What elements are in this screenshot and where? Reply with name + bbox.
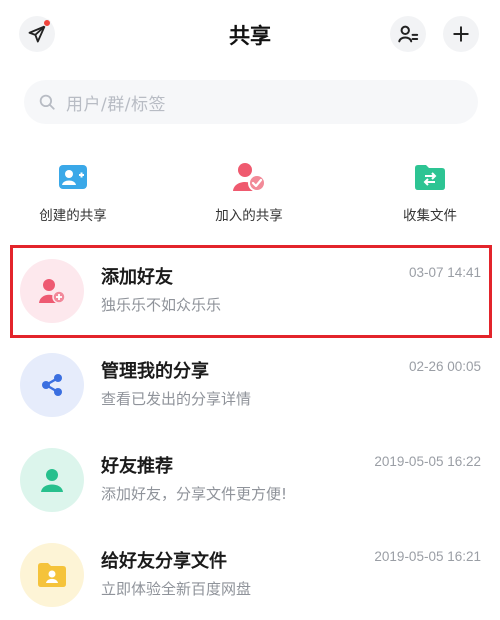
- item-time: 2019-05-05 16:21: [374, 549, 481, 564]
- contacts-button[interactable]: [390, 16, 426, 52]
- list-item-manage-shares[interactable]: 管理我的分享 查看已发出的分享详情 02-26 00:05: [0, 340, 500, 434]
- contacts-list-icon: [398, 25, 419, 43]
- avatar: [20, 543, 84, 607]
- item-time: 02-26 00:05: [408, 359, 481, 374]
- item-time: 2019-05-05 16:22: [374, 454, 481, 469]
- avatar: [20, 448, 84, 512]
- quick-collect-files[interactable]: 收集文件: [370, 160, 490, 224]
- avatar: [20, 259, 84, 323]
- plus-icon: [453, 26, 469, 42]
- search-placeholder: 用户/群/标签: [66, 94, 166, 115]
- joined-user-icon: [233, 163, 266, 192]
- item-title: 管理我的分享: [101, 361, 209, 382]
- search-input[interactable]: 用户/群/标签: [24, 80, 478, 124]
- user-icon: [41, 469, 63, 492]
- share-nodes-icon: [42, 374, 62, 396]
- app-header: 共享: [0, 0, 500, 68]
- quick-label: 加入的共享: [215, 208, 283, 224]
- item-subtitle: 添加好友，分享文件更方便!: [101, 485, 288, 503]
- avatar: [20, 353, 84, 417]
- list-item-share-file[interactable]: 给好友分享文件 立即体验全新百度网盘 2019-05-05 16:21: [0, 530, 500, 620]
- add-friend-icon: [39, 279, 66, 304]
- list-item-friend-recommend[interactable]: 好友推荐 添加好友，分享文件更方便! 2019-05-05 16:22: [0, 435, 500, 529]
- list-item-add-friend[interactable]: 添加好友 独乐乐不如众乐乐 03-07 14:41: [0, 246, 500, 340]
- folder-transfer-icon: [415, 165, 445, 190]
- add-button[interactable]: [443, 16, 479, 52]
- quick-label: 收集文件: [403, 208, 457, 224]
- item-time: 03-07 14:41: [408, 265, 481, 280]
- folder-user-icon: [38, 563, 66, 587]
- quick-joined-shares[interactable]: 加入的共享: [189, 160, 309, 224]
- quick-created-shares[interactable]: 创建的共享: [13, 160, 133, 224]
- item-title: 添加好友: [101, 267, 173, 288]
- item-title: 给好友分享文件: [101, 551, 227, 572]
- item-title: 好友推荐: [101, 456, 173, 477]
- item-subtitle: 查看已发出的分享详情: [101, 390, 252, 408]
- item-subtitle: 立即体验全新百度网盘: [101, 580, 252, 598]
- item-subtitle: 独乐乐不如众乐乐: [101, 296, 222, 314]
- add-user-card-icon: [59, 165, 87, 189]
- search-icon: [39, 94, 55, 110]
- quick-label: 创建的共享: [39, 208, 107, 224]
